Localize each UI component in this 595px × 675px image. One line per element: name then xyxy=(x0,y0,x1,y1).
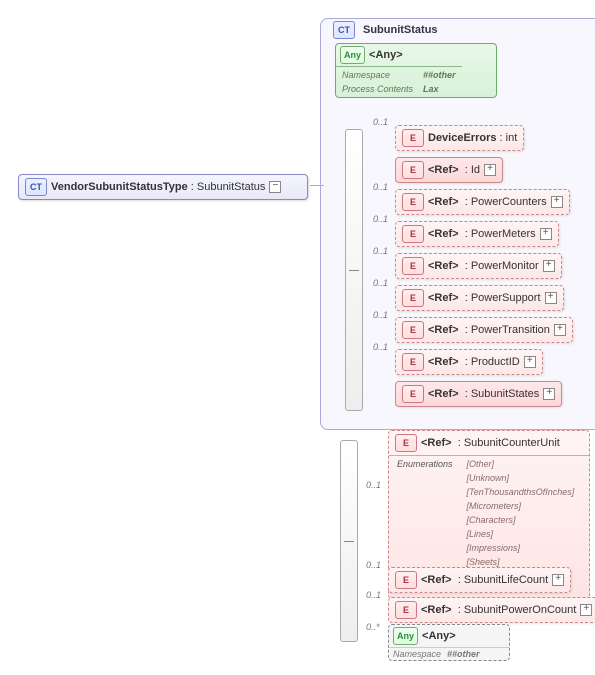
expand-icon[interactable]: + xyxy=(552,574,564,586)
any-attributes: Namespace##other Process ContentsLax xyxy=(336,66,462,97)
occurrence: 0..1 xyxy=(373,246,388,256)
occurrence: 0..1 xyxy=(373,278,388,288)
any-badge: Any xyxy=(393,627,418,645)
namespace-label: Namespace xyxy=(393,649,441,659)
element-label: <Ref> : PowerTransition xyxy=(428,324,550,336)
group-title: SubunitStatus xyxy=(363,24,438,36)
element-label: <Ref> : SubunitStates xyxy=(428,388,539,400)
expand-icon[interactable]: + xyxy=(524,356,536,368)
any-label: <Any> xyxy=(369,49,403,61)
element-label: <Ref> : ProductID xyxy=(428,356,520,368)
element-label: <Ref> : SubunitLifeCount xyxy=(421,574,548,586)
subunitstatus-group: CT SubunitStatus Any <Any> Namespace##ot… xyxy=(320,18,595,430)
any-wildcard-top: Any <Any> Namespace##other Process Conte… xyxy=(335,43,497,98)
expand-icon[interactable]: + xyxy=(543,388,555,400)
e-badge: E xyxy=(402,385,424,403)
element-power-support: E <Ref> : PowerSupport + xyxy=(395,285,564,311)
occurrence: 0..1 xyxy=(373,310,388,320)
e-badge: E xyxy=(395,601,417,619)
element-label: <Ref> : PowerCounters xyxy=(428,196,547,208)
element-label: DeviceErrors : int xyxy=(428,132,517,144)
occurrence: 0..1 xyxy=(366,480,381,490)
e-badge: E xyxy=(402,321,424,339)
element-power-transition: E <Ref> : PowerTransition + xyxy=(395,317,573,343)
sequence-compositor-ext xyxy=(340,440,358,642)
element-product-id: E <Ref> : ProductID + xyxy=(395,349,543,375)
element-label: <Ref> : PowerMonitor xyxy=(428,260,539,272)
element-label: <Ref> : Id xyxy=(428,164,480,176)
element-subunit-life-count: E <Ref> : SubunitLifeCount + xyxy=(388,567,571,593)
ct-badge: CT xyxy=(25,178,47,196)
group-header: CT SubunitStatus xyxy=(329,17,442,43)
occurrence: 0..1 xyxy=(373,182,388,192)
element-label: <Ref> : SubunitPowerOnCount xyxy=(421,604,576,616)
element-label: <Ref> : SubunitCounterUnit xyxy=(421,437,560,449)
root-complextype: CT VendorSubunitStatusType : SubunitStat… xyxy=(18,174,308,200)
collapse-icon[interactable]: − xyxy=(269,181,281,193)
e-badge: E xyxy=(395,571,417,589)
occurrence: 0..1 xyxy=(373,117,388,127)
element-device-errors: E DeviceErrors : int xyxy=(395,125,524,151)
element-subunit-states: E <Ref> : SubunitStates + xyxy=(395,381,562,407)
namespace-value: ##other xyxy=(447,649,480,659)
sequence-compositor xyxy=(345,129,363,411)
root-label: VendorSubunitStatusType : SubunitStatus xyxy=(51,181,265,193)
element-power-counters: E <Ref> : PowerCounters + xyxy=(395,189,570,215)
any-label: <Any> xyxy=(422,630,456,642)
occurrence: 0..1 xyxy=(373,214,388,224)
expand-icon[interactable]: + xyxy=(484,164,496,176)
e-badge: E xyxy=(402,129,424,147)
occurrence: 0..1 xyxy=(373,342,388,352)
expand-icon[interactable]: + xyxy=(545,292,557,304)
e-badge: E xyxy=(402,353,424,371)
element-subunit-poweron-count: E <Ref> : SubunitPowerOnCount + xyxy=(388,597,595,623)
e-badge: E xyxy=(402,161,424,179)
occurrence: 0..* xyxy=(366,622,380,632)
any-wildcard-bottom: Any <Any> Namespace ##other xyxy=(388,624,510,661)
occurrence: 0..1 xyxy=(366,560,381,570)
diagram-canvas: CT VendorSubunitStatusType : SubunitStat… xyxy=(10,10,595,665)
e-badge: E xyxy=(402,257,424,275)
element-id: E <Ref> : Id + xyxy=(395,157,503,183)
expand-icon[interactable]: + xyxy=(551,196,563,208)
element-power-meters: E <Ref> : PowerMeters + xyxy=(395,221,559,247)
element-label: <Ref> : PowerSupport xyxy=(428,292,541,304)
e-badge: E xyxy=(402,225,424,243)
expand-icon[interactable]: + xyxy=(543,260,555,272)
occurrence: 0..1 xyxy=(366,590,381,600)
element-power-monitor: E <Ref> : PowerMonitor + xyxy=(395,253,562,279)
e-badge: E xyxy=(395,434,417,452)
e-badge: E xyxy=(402,289,424,307)
ct-badge: CT xyxy=(333,21,355,39)
expand-icon[interactable]: + xyxy=(580,604,592,616)
e-badge: E xyxy=(402,193,424,211)
expand-icon[interactable]: + xyxy=(554,324,566,336)
expand-icon[interactable]: + xyxy=(540,228,552,240)
any-badge: Any xyxy=(340,46,365,64)
element-label: <Ref> : PowerMeters xyxy=(428,228,536,240)
